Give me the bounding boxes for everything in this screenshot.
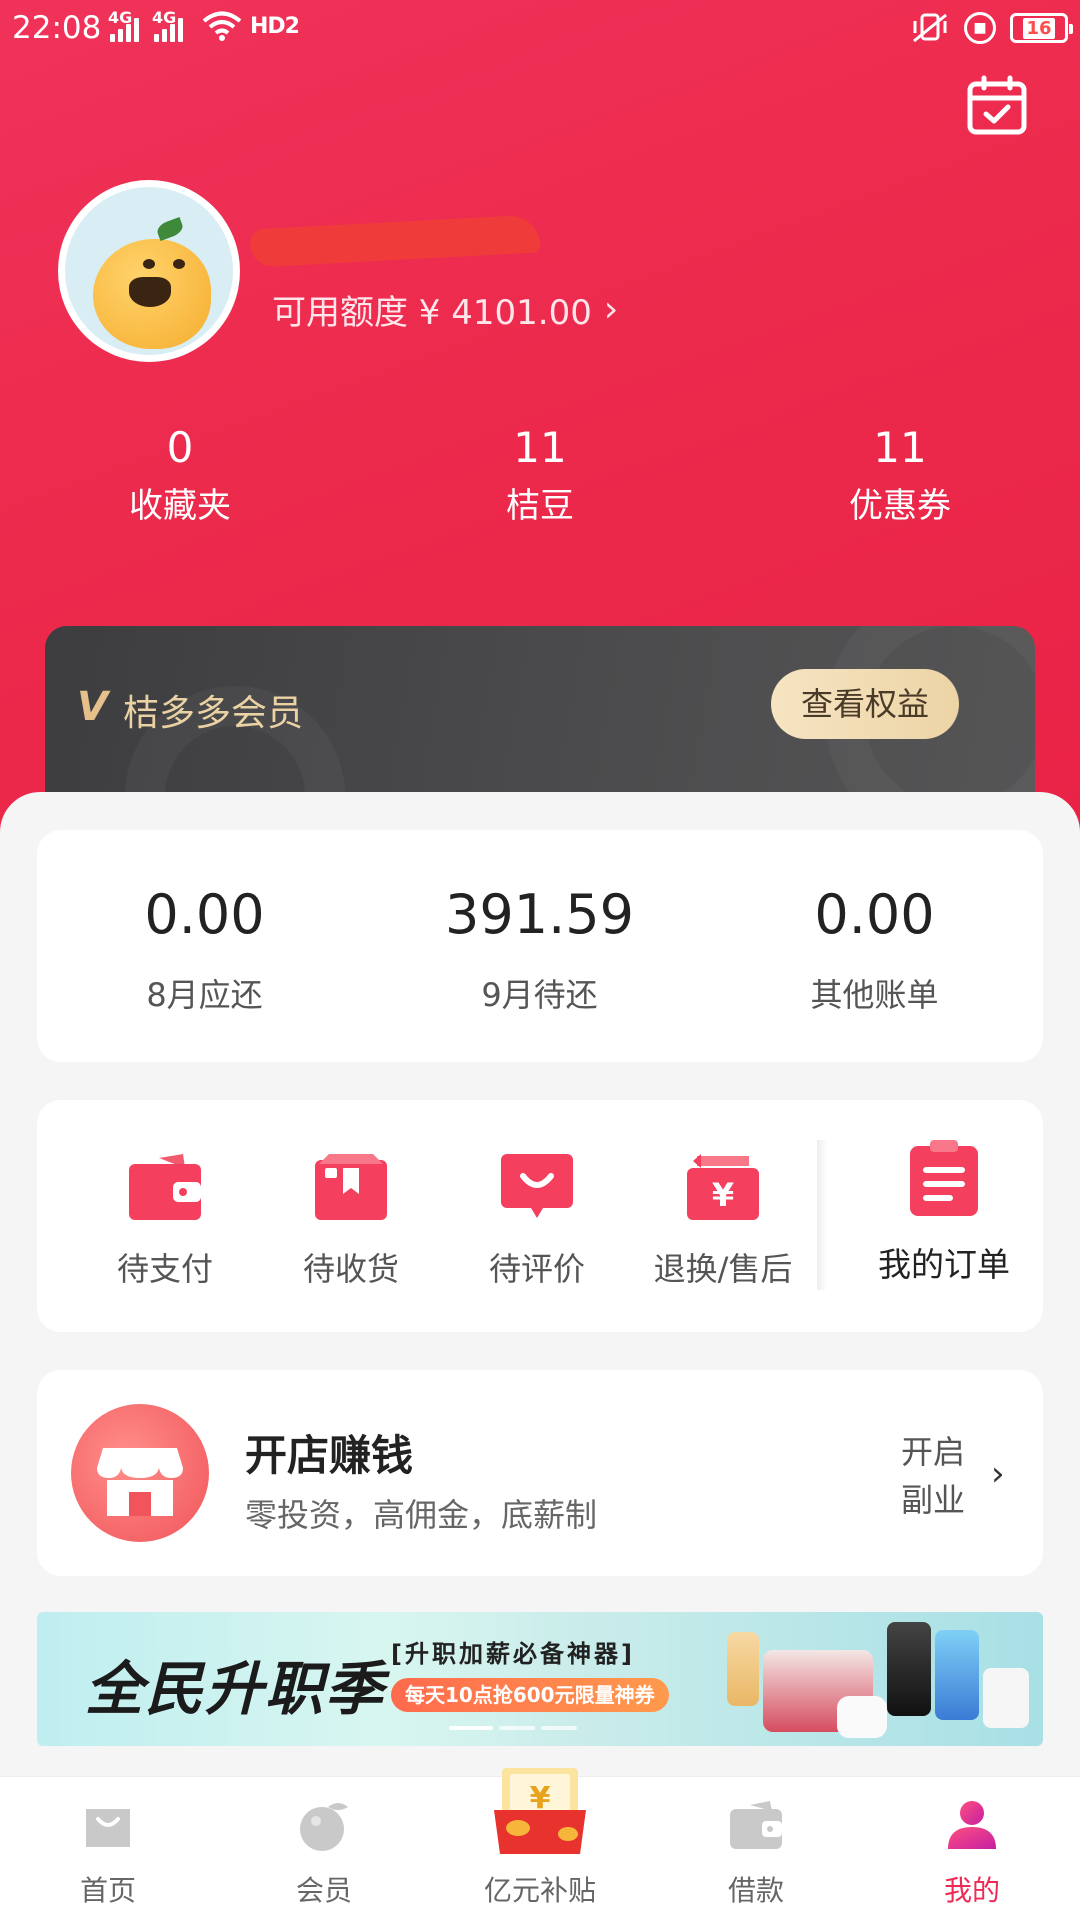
tab-label: 会员 xyxy=(295,1874,352,1907)
tab-label: 亿元补贴 xyxy=(483,1874,596,1907)
order-refund[interactable]: ¥ 退换/售后 xyxy=(633,1154,813,1290)
tab-label: 借款 xyxy=(727,1874,784,1907)
wallet-icon xyxy=(129,1154,201,1220)
order-pending-payment[interactable]: 待支付 xyxy=(75,1154,255,1290)
clipboard-icon xyxy=(910,1140,978,1216)
stat-label: 收藏夹 xyxy=(129,486,231,526)
wallet-icon xyxy=(730,1801,782,1849)
red-envelope-icon[interactable]: ¥ xyxy=(488,1764,592,1856)
credit-limit-link[interactable]: 可用额度 ¥ 4101.00 › xyxy=(272,285,618,334)
banner-tag: 每天10点抢600元限量神券 xyxy=(391,1678,669,1712)
banner-title: 全民升职季 xyxy=(85,1655,386,1723)
chevron-right-icon: › xyxy=(603,289,619,330)
shop-title: 开店赚钱 xyxy=(245,1431,414,1480)
battery-icon: 16 xyxy=(1010,13,1073,43)
product-cup-image xyxy=(983,1668,1029,1728)
stat-label: 优惠券 xyxy=(849,486,951,526)
stat-beans[interactable]: 11 桔豆 xyxy=(360,420,720,536)
tab-label: 首页 xyxy=(79,1874,136,1907)
hd-indicator: HD2 xyxy=(250,14,300,39)
tab-mine[interactable]: 我的 xyxy=(864,1777,1080,1920)
product-phone-image xyxy=(887,1622,931,1716)
stat-value: 0 xyxy=(166,423,194,472)
open-side-business-link[interactable]: 开启 副业 xyxy=(893,1428,973,1524)
my-orders-button[interactable]: 我的订单 xyxy=(869,1140,1019,1286)
bill-label: 9月待还 xyxy=(481,976,598,1014)
bill-label: 8月应还 xyxy=(146,976,263,1014)
avatar[interactable] xyxy=(58,180,240,362)
orders-card: 待支付 待收货 待评价 ¥ 退换/售后 我的订单 xyxy=(37,1100,1043,1332)
bill-september[interactable]: 391.59 9月待还 xyxy=(372,830,707,1062)
banner-subtitle: [升职加薪必备神器] xyxy=(391,1640,635,1668)
vip-logo-icon: V xyxy=(77,684,108,730)
divider xyxy=(817,1140,827,1290)
vibrate-mute-icon xyxy=(913,13,947,43)
order-label: 待支付 xyxy=(116,1250,213,1288)
stat-label: 桔豆 xyxy=(506,486,574,526)
order-pending-review[interactable]: 待评价 xyxy=(447,1154,627,1290)
bill-amount: 0.00 xyxy=(144,883,265,946)
calendar-check-icon[interactable] xyxy=(966,74,1028,136)
bill-label: 其他账单 xyxy=(810,976,939,1014)
vip-title: 桔多多会员 xyxy=(123,693,304,734)
signal-icon xyxy=(152,14,186,42)
comment-icon xyxy=(501,1154,573,1218)
signal-icon xyxy=(108,14,142,42)
order-label: 待评价 xyxy=(488,1250,585,1288)
stat-value: 11 xyxy=(513,423,567,472)
wifi-icon xyxy=(202,11,242,41)
tab-member[interactable]: 会员 xyxy=(216,1777,432,1920)
stat-coupons[interactable]: 11 优惠券 xyxy=(720,420,1080,536)
order-pending-delivery[interactable]: 待收货 xyxy=(261,1154,441,1290)
stat-value: 11 xyxy=(873,423,927,472)
bill-amount: 0.00 xyxy=(814,883,935,946)
refund-icon: ¥ xyxy=(687,1154,759,1220)
product-bottle-image xyxy=(727,1632,759,1706)
store-icon xyxy=(71,1404,209,1542)
orange-icon xyxy=(300,1803,348,1851)
vip-card[interactable]: V 桔多多会员 查看权益 xyxy=(45,626,1035,806)
credit-limit-label: 可用额度 ¥ 4101.00 xyxy=(272,293,592,333)
stats-row: 0 收藏夹 11 桔豆 11 优惠券 xyxy=(0,420,1080,536)
promo-banner[interactable]: 全民升职季 [升职加薪必备神器] 每天10点抢600元限量神券 xyxy=(37,1612,1043,1746)
stat-favorites[interactable]: 0 收藏夹 xyxy=(0,420,360,536)
rotation-lock-icon: ■ xyxy=(964,12,996,44)
product-earbuds-image xyxy=(837,1696,887,1738)
my-orders-label: 我的订单 xyxy=(878,1245,1010,1284)
view-benefits-button[interactable]: 查看权益 xyxy=(771,669,959,739)
chevron-right-icon: › xyxy=(991,1454,1005,1494)
bills-card: 0.00 8月应还 391.59 9月待还 0.00 其他账单 xyxy=(37,830,1043,1062)
tab-home[interactable]: 首页 xyxy=(0,1777,216,1920)
status-bar: 22:08 4G 4G HD2 ■ 16 xyxy=(0,0,1080,56)
bill-amount: 391.59 xyxy=(445,883,634,946)
banner-pager xyxy=(449,1726,577,1730)
product-phone-image xyxy=(935,1630,979,1720)
user-icon xyxy=(948,1801,996,1849)
tab-label: 我的 xyxy=(943,1874,1000,1907)
tab-loan[interactable]: 借款 xyxy=(648,1777,864,1920)
order-label: 退换/售后 xyxy=(653,1250,793,1288)
bill-other[interactable]: 0.00 其他账单 xyxy=(707,830,1042,1062)
shopping-bag-icon xyxy=(86,1809,130,1847)
open-shop-card[interactable]: 开店赚钱 零投资，高佣金，底薪制 开启 副业 › xyxy=(37,1370,1043,1576)
shop-subtitle: 零投资，高佣金，底薪制 xyxy=(245,1496,598,1534)
svg-text:¥: ¥ xyxy=(712,1176,734,1214)
order-label: 待收货 xyxy=(302,1250,399,1288)
status-time: 22:08 xyxy=(12,10,102,46)
bill-august[interactable]: 0.00 8月应还 xyxy=(37,830,372,1062)
package-icon xyxy=(315,1154,387,1220)
